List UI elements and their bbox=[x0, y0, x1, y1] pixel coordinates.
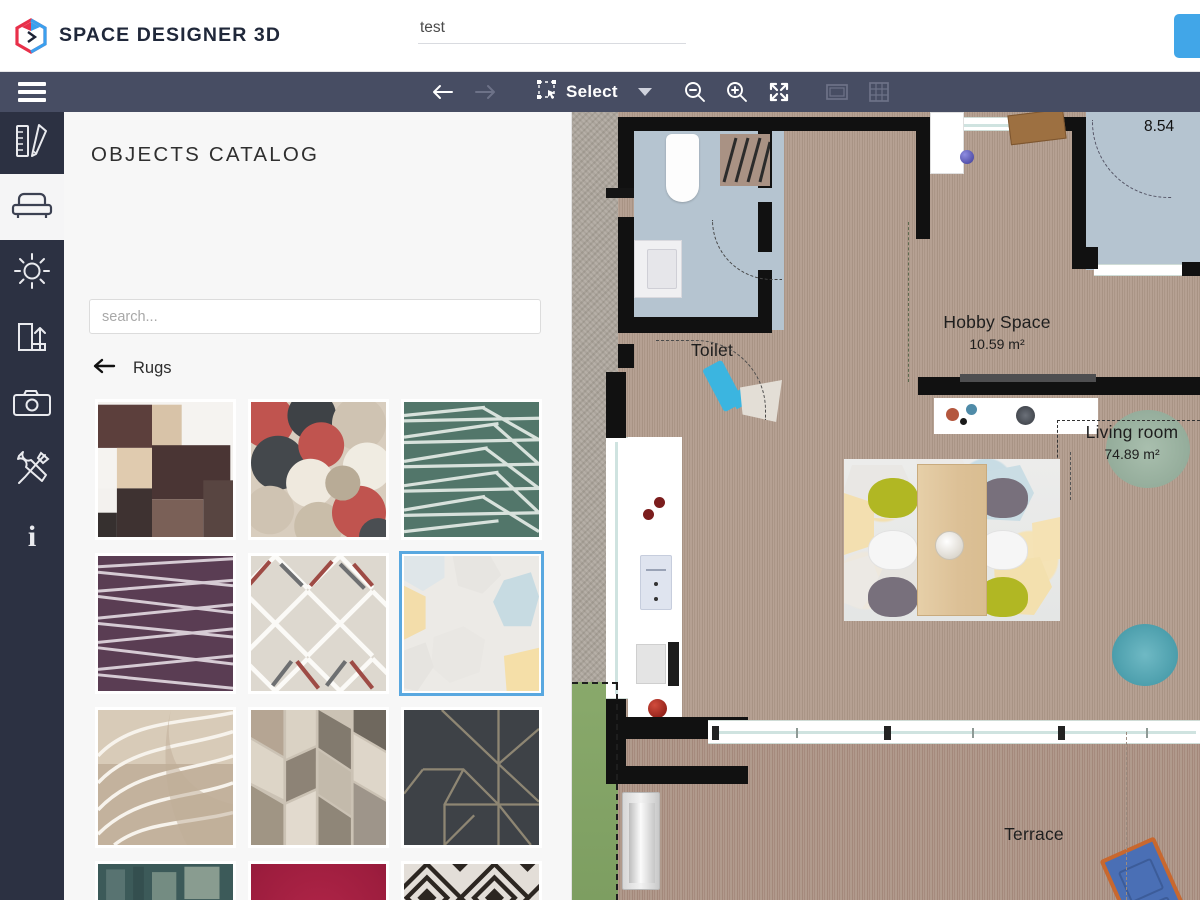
objects-catalog-panel: OBJECTS CATALOG Rugs bbox=[64, 112, 572, 900]
wall-segment[interactable] bbox=[618, 317, 758, 333]
dining-chair[interactable] bbox=[868, 478, 918, 518]
top-header-bar: SPACE DESIGNER 3D bbox=[0, 0, 1200, 72]
console-table[interactable] bbox=[934, 398, 1098, 434]
brand-name: SPACE DESIGNER 3D bbox=[59, 24, 282, 46]
catalog-item-rug-beige-waves[interactable] bbox=[95, 707, 236, 848]
wall-segment[interactable] bbox=[618, 117, 634, 189]
project-name-input[interactable] bbox=[418, 16, 686, 44]
zone-divider-dashed bbox=[908, 222, 909, 382]
wall-segment[interactable] bbox=[606, 372, 626, 438]
wall-segment[interactable] bbox=[618, 344, 634, 368]
catalog-item-rug-teal-distressed[interactable] bbox=[95, 861, 236, 900]
sidebar-item-snapshot[interactable] bbox=[0, 372, 64, 438]
wall-segment[interactable] bbox=[618, 117, 804, 131]
bathroom-vanity[interactable] bbox=[634, 240, 682, 298]
floor-plan-canvas[interactable]: Toilet 8.54 Hobby Space 10.59 m² Living … bbox=[572, 112, 1200, 900]
decor-ball[interactable] bbox=[960, 150, 974, 164]
catalog-grid bbox=[95, 399, 555, 900]
arrow-back-icon[interactable] bbox=[92, 358, 116, 379]
select-tool-label: Select bbox=[566, 82, 618, 101]
dining-chair[interactable] bbox=[868, 577, 918, 617]
camera-icon bbox=[12, 387, 52, 424]
project-name-field[interactable] bbox=[418, 16, 686, 44]
catalog-item-rug-circles-red-gray[interactable] bbox=[248, 399, 389, 540]
toilet-fixture[interactable] bbox=[666, 134, 699, 202]
room-outline-icon[interactable] bbox=[816, 72, 858, 112]
zoom-out-icon[interactable] bbox=[674, 72, 716, 112]
wall-segment[interactable] bbox=[606, 766, 748, 784]
left-icon-rail: i bbox=[0, 112, 64, 900]
wall-segment[interactable] bbox=[1072, 247, 1098, 269]
staircase[interactable] bbox=[720, 134, 772, 186]
arrow-right-icon[interactable] bbox=[464, 72, 506, 112]
select-marquee-icon bbox=[536, 79, 558, 106]
catalog-item-rug-black-white-diamonds[interactable] bbox=[401, 861, 542, 900]
wall-segment[interactable] bbox=[916, 117, 930, 239]
application-window: SPACE DESIGNER 3D test Select i OBJECTS … bbox=[0, 0, 1200, 900]
sidebar-item-export[interactable] bbox=[0, 306, 64, 372]
toolbar-tool-group: Select bbox=[422, 72, 900, 112]
catalog-item-rug-purple-zigzag[interactable] bbox=[95, 553, 236, 694]
catalog-item-rug-cream-diamond-lattice[interactable] bbox=[248, 553, 389, 694]
main-toolbar: Select bbox=[0, 72, 1200, 112]
wall-segment[interactable] bbox=[1072, 117, 1086, 247]
info-icon: i bbox=[27, 520, 37, 553]
sidebar-item-furniture-objects[interactable] bbox=[0, 174, 64, 240]
catalog-item-rug-charcoal-geometric[interactable] bbox=[401, 707, 542, 848]
fit-screen-icon[interactable] bbox=[758, 72, 800, 112]
table-centerpiece[interactable] bbox=[935, 531, 964, 560]
select-tool-button[interactable]: Select bbox=[536, 79, 652, 106]
sofa-icon bbox=[11, 188, 53, 227]
chevron-down-icon[interactable] bbox=[637, 88, 652, 96]
breadcrumb[interactable]: Rugs bbox=[92, 358, 172, 379]
door-bottom-right-room[interactable] bbox=[1094, 264, 1182, 276]
wall-segment[interactable] bbox=[618, 217, 634, 327]
terrace-appliance[interactable] bbox=[622, 792, 660, 890]
catalog-item-rug-green-chevron-lines[interactable] bbox=[401, 399, 542, 540]
ruler-pencil-icon bbox=[12, 121, 52, 166]
wall-segment[interactable] bbox=[1182, 262, 1200, 276]
catalog-item-rug-solid-crimson[interactable] bbox=[248, 861, 389, 900]
search-input[interactable] bbox=[89, 299, 541, 334]
breadcrumb-label: Rugs bbox=[133, 359, 172, 377]
hobby-shelf[interactable] bbox=[930, 112, 964, 174]
plant-lower-right[interactable] bbox=[1112, 624, 1178, 686]
sidebar-item-settings-tools[interactable] bbox=[0, 438, 64, 504]
dining-chair[interactable] bbox=[868, 530, 918, 570]
page-title: OBJECTS CATALOG bbox=[91, 143, 320, 166]
share-export-icon bbox=[14, 318, 50, 361]
catalog-item-rug-herringbone-gray-beige[interactable] bbox=[248, 707, 389, 848]
top-right-action-button[interactable] bbox=[1174, 14, 1200, 58]
plant-top[interactable] bbox=[1106, 410, 1190, 488]
catalog-item-rug-hexagon-pastel[interactable] bbox=[399, 551, 544, 696]
grid-icon[interactable] bbox=[858, 72, 900, 112]
wall-segment[interactable] bbox=[804, 117, 922, 131]
sun-icon bbox=[13, 252, 51, 295]
wall-segment[interactable] bbox=[606, 188, 634, 198]
kitchen-counter[interactable] bbox=[628, 437, 682, 727]
dimension-label: 8.54 bbox=[1144, 118, 1175, 135]
catalog-item-rug-patchwork-brown[interactable] bbox=[95, 399, 236, 540]
sidebar-item-lighting[interactable] bbox=[0, 240, 64, 306]
hamburger-menu-icon[interactable] bbox=[0, 72, 64, 112]
zoom-in-icon[interactable] bbox=[716, 72, 758, 112]
arrow-left-icon[interactable] bbox=[422, 72, 464, 112]
terrace-boundary bbox=[616, 684, 618, 900]
wall-shelf[interactable] bbox=[960, 374, 1096, 382]
brand-block: SPACE DESIGNER 3D bbox=[14, 17, 282, 54]
tools-wrench-screwdriver-icon bbox=[13, 450, 51, 493]
sidebar-item-information[interactable]: i bbox=[0, 504, 64, 570]
house-cube-logo bbox=[14, 17, 48, 54]
sidebar-item-design-tools[interactable] bbox=[0, 112, 64, 174]
